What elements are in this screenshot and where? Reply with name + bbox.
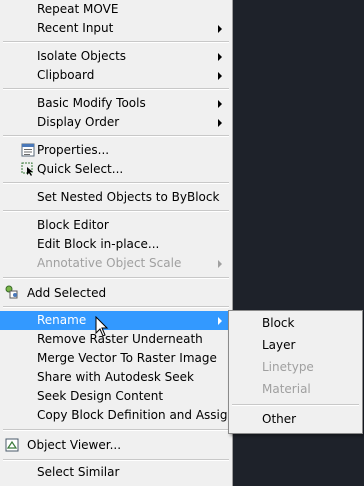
menu-item-label: Annotative Object Scale (37, 256, 182, 270)
menu-separator (3, 88, 229, 90)
menu-item-merge-vector-to-raster[interactable]: Merge Vector To Raster Image (0, 349, 232, 368)
submenu-item-label: Other (262, 412, 297, 426)
quick-select-icon (21, 162, 33, 176)
submenu-arrow-icon (218, 119, 222, 127)
menu-item-label: Repeat MOVE (37, 2, 119, 16)
submenu-arrow-icon (218, 317, 222, 325)
menu-item-basic-modify-tools[interactable]: Basic Modify Tools (0, 94, 232, 113)
submenu-item-label: Material (262, 382, 311, 396)
menu-item-label: Clipboard (37, 68, 95, 82)
menu-item-label: Add Selected (27, 286, 107, 300)
submenu-item-block[interactable]: Block (229, 313, 362, 333)
menu-item-copy-block-definition[interactable]: Copy Block Definition and Assign... (0, 406, 247, 425)
context-menu: Repeat MOVE Recent Input Isolate Objects… (0, 0, 247, 486)
menu-item-label: Set Nested Objects to ByBlock (37, 190, 220, 204)
menu-item-repeat-move[interactable]: Repeat MOVE (0, 0, 232, 19)
submenu-item-material: Material (229, 379, 362, 399)
submenu-arrow-icon (218, 72, 222, 80)
menu-item-label: Recent Input (37, 21, 114, 35)
submenu-arrow-icon (218, 260, 222, 268)
menu-separator (3, 182, 229, 184)
submenu-item-layer[interactable]: Layer (229, 335, 362, 355)
menu-item-annotative-object-scale: Annotative Object Scale (0, 254, 232, 273)
menu-item-label: Edit Block in-place... (37, 237, 160, 251)
add-selected-icon (5, 285, 18, 299)
menu-item-label: Seek Design Content (37, 389, 164, 403)
submenu-item-label: Block (262, 316, 295, 330)
menu-item-label: Copy Block Definition and Assign... (37, 408, 247, 422)
menu-item-set-nested-objects[interactable]: Set Nested Objects to ByBlock (0, 188, 232, 207)
menu-item-share-with-autodesk-seek[interactable]: Share with Autodesk Seek (0, 368, 232, 387)
menu-item-edit-block-in-place[interactable]: Edit Block in-place... (0, 235, 232, 254)
menu-item-seek-design-content[interactable]: Seek Design Content (0, 387, 232, 406)
menu-item-rename[interactable]: Rename (0, 311, 232, 330)
menu-item-quick-select[interactable]: Quick Select... (0, 160, 232, 179)
object-viewer-icon (5, 438, 19, 452)
menu-item-recent-input[interactable]: Recent Input (0, 19, 232, 38)
menu-item-remove-raster-underneath[interactable]: Remove Raster Underneath (0, 330, 232, 349)
menu-item-add-selected[interactable]: Add Selected (0, 284, 232, 303)
menu-item-isolate-objects[interactable]: Isolate Objects (0, 47, 232, 66)
menu-item-object-viewer[interactable]: Object Viewer... (0, 436, 232, 455)
menu-separator (3, 210, 229, 212)
menu-item-label: Isolate Objects (37, 49, 127, 63)
properties-icon (21, 143, 35, 157)
submenu-arrow-icon (218, 53, 222, 61)
submenu-arrow-icon (218, 100, 222, 108)
rename-submenu: Block Layer Linetype Material Other (228, 310, 363, 434)
menu-item-select-similar[interactable]: Select Similar (0, 463, 232, 482)
menu-item-label: Merge Vector To Raster Image (37, 351, 217, 365)
submenu-separator (232, 404, 359, 406)
menu-separator (3, 429, 229, 431)
menu-item-label: Select Similar (37, 465, 120, 479)
menu-item-label: Properties... (37, 143, 110, 157)
menu-item-label: Object Viewer... (27, 438, 122, 452)
menu-separator (3, 306, 229, 308)
menu-item-properties[interactable]: Properties... (0, 141, 232, 160)
menu-separator (3, 135, 229, 137)
menu-item-label: Quick Select... (37, 162, 124, 176)
menu-item-label: Remove Raster Underneath (37, 332, 203, 346)
menu-item-label: Block Editor (37, 218, 109, 232)
submenu-arrow-icon (218, 25, 222, 33)
menu-item-display-order[interactable]: Display Order (0, 113, 232, 132)
menu-separator (3, 41, 229, 43)
menu-item-label: Display Order (37, 115, 120, 129)
menu-separator (3, 277, 229, 279)
submenu-item-other[interactable]: Other (229, 409, 362, 429)
menu-item-clipboard[interactable]: Clipboard (0, 66, 232, 85)
menu-item-label: Rename (37, 313, 87, 327)
mouse-cursor-icon (95, 316, 109, 337)
menu-separator (3, 459, 229, 461)
submenu-item-label: Layer (262, 338, 296, 352)
submenu-item-label: Linetype (262, 360, 314, 374)
menu-item-label: Share with Autodesk Seek (37, 370, 194, 384)
submenu-item-linetype: Linetype (229, 357, 362, 377)
menu-item-label: Basic Modify Tools (37, 96, 146, 110)
menu-item-block-editor[interactable]: Block Editor (0, 216, 232, 235)
